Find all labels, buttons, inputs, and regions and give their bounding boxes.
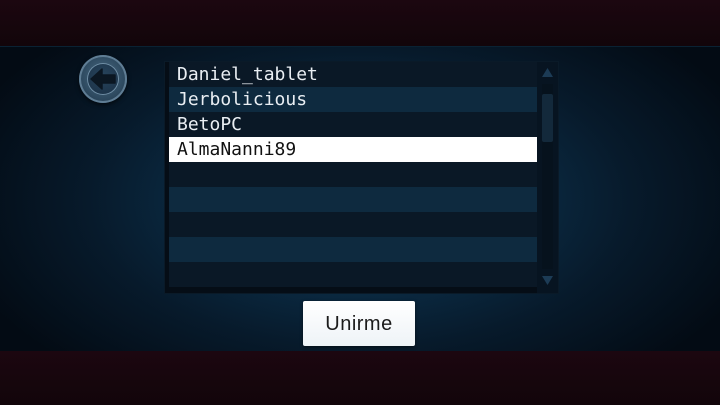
scroll-down-button[interactable] [539, 271, 556, 289]
join-button[interactable]: Unirme [303, 301, 415, 346]
list-item[interactable]: BetoPC [169, 112, 537, 137]
join-game-screen: Daniel_tablet Jerbolicious BetoPC AlmaNa… [0, 0, 720, 405]
list-item[interactable] [169, 162, 537, 187]
game-list-rows: Daniel_tablet Jerbolicious BetoPC AlmaNa… [169, 62, 537, 293]
top-band [0, 0, 720, 46]
list-item[interactable]: Jerbolicious [169, 87, 537, 112]
list-item[interactable] [169, 262, 537, 287]
arrow-left-icon [90, 68, 116, 90]
list-item[interactable] [169, 212, 537, 237]
triangle-up-icon [542, 68, 553, 77]
bottom-band [0, 351, 720, 405]
list-item[interactable] [169, 187, 537, 212]
list-scrollbar[interactable] [537, 62, 558, 293]
back-button[interactable] [79, 55, 127, 103]
scroll-thumb[interactable] [542, 94, 553, 142]
game-list: Daniel_tablet Jerbolicious BetoPC AlmaNa… [165, 62, 558, 293]
list-item[interactable]: Daniel_tablet [169, 62, 537, 87]
scroll-up-button[interactable] [539, 64, 556, 82]
triangle-down-icon [542, 276, 553, 285]
list-item[interactable]: AlmaNanni89 [169, 137, 537, 162]
list-item[interactable] [169, 237, 537, 262]
scroll-track[interactable] [542, 84, 553, 269]
